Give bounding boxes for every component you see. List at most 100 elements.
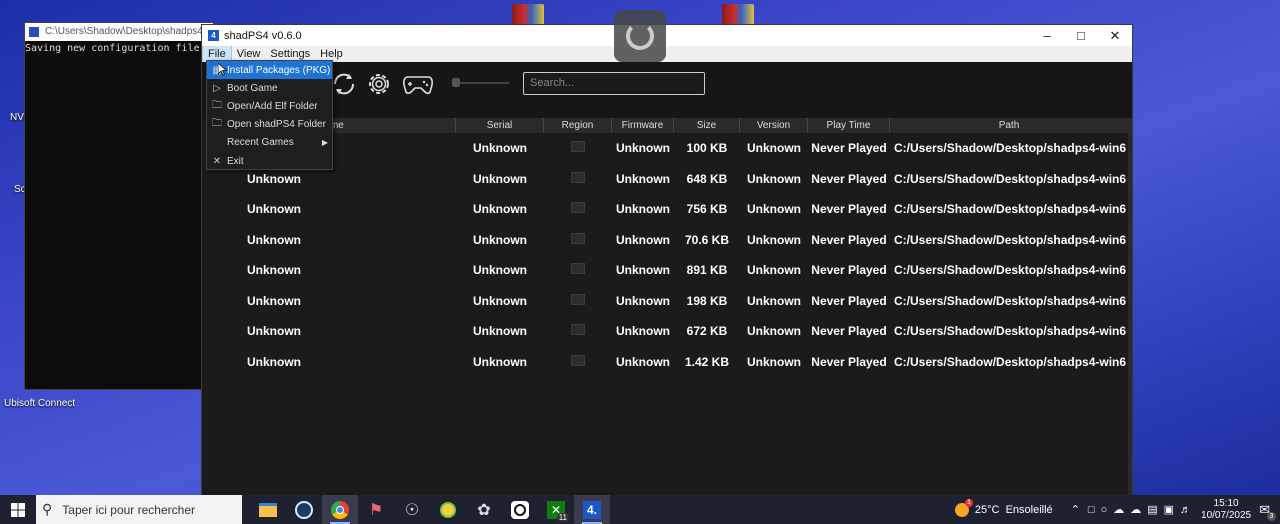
taskbar-search-placeholder: Taper ici pour rechercher	[62, 502, 195, 517]
ubisoft-connect-icon[interactable]	[502, 495, 538, 524]
cell-version: Unknown	[747, 232, 801, 247]
minimize-button[interactable]: –	[1030, 25, 1064, 46]
cell-serial: Unknown	[473, 171, 527, 186]
cell-region	[544, 202, 612, 216]
settings-gear-icon[interactable]	[365, 70, 393, 98]
region-flag-icon	[571, 171, 585, 183]
cell-serial: Unknown	[473, 232, 527, 247]
cell-path: C:/Users/Shadow/Desktop/shadps4-win6	[894, 232, 1127, 247]
table-row[interactable]: Unknown Unknown Unknown 672 KB Unknown Never …	[206, 316, 1128, 347]
table-row[interactable]: Unknown Unknown Unknown 1.42 KB Unknown Never…	[206, 347, 1128, 378]
close-button[interactable]: ✕	[1098, 25, 1132, 46]
title-bar[interactable]: 4 shadPS4 v0.6.0 – □ ✕	[202, 25, 1132, 46]
table-row[interactable]: Unknown Unknown 100 KB Unknown Never Played C…	[206, 133, 1128, 164]
cell-path: C:/Users/Shadow/Desktop/shadps4-win6	[894, 202, 1127, 217]
cell-version: Unknown	[747, 324, 801, 339]
column-header-region[interactable]: Region	[544, 118, 612, 133]
tray-cloud-icon[interactable]: ☁	[1130, 503, 1141, 516]
gamepad-app-icon[interactable]: ☉	[394, 495, 430, 524]
menu-item-open-shadps4-folder[interactable]: 🗀 Open shadPS4 Folder	[207, 116, 332, 134]
table-row[interactable]: Unknown Unknown Unknown 70.6 KB Unknown Never…	[206, 225, 1128, 256]
cell-path: C:/Users/Shadow/Desktop/shadps4-win6	[894, 171, 1127, 186]
shadps4-taskbar-icon[interactable]: 4.	[574, 495, 610, 524]
region-flag-icon	[571, 354, 585, 366]
window-title: shadPS4 v0.6.0	[224, 29, 302, 42]
show-hidden-icons-chevron-icon[interactable]: ⌃	[1071, 503, 1080, 516]
cell-region	[544, 263, 612, 277]
icon-size-slider-handle[interactable]	[452, 78, 460, 87]
network-icon[interactable]: ▣	[1164, 503, 1174, 516]
icon-size-slider-track[interactable]	[454, 82, 509, 84]
lime-app-icon[interactable]	[430, 495, 466, 524]
menu-item-open-elf-folder[interactable]: 🗀 Open/Add Elf Folder	[207, 97, 332, 115]
flower-glyph: ✿	[477, 501, 491, 519]
tray-display-icon[interactable]: ▤	[1147, 503, 1157, 516]
column-header-version[interactable]: Version	[740, 118, 808, 133]
vertical-scrollbar[interactable]	[1128, 118, 1132, 495]
tray-app-icon[interactable]: □	[1088, 504, 1095, 516]
table-row[interactable]: Unknown Unknown Unknown 756 KB Unknown Never …	[206, 194, 1128, 225]
gamepad-glyph: ☉	[404, 501, 420, 519]
table-row[interactable]: Unknown Unknown Unknown 891 KB Unknown Never …	[206, 255, 1128, 286]
menu-item-label: Open/Add Elf Folder	[227, 100, 318, 112]
cell-version: Unknown	[747, 263, 801, 278]
controller-icon[interactable]	[402, 71, 434, 97]
cell-version: Unknown	[747, 293, 801, 308]
shadps4-window[interactable]: 4 shadPS4 v0.6.0 – □ ✕ File View Setting…	[201, 24, 1133, 496]
steam-icon[interactable]	[286, 495, 322, 524]
taskbar: ⚲ Taper ici pour rechercher ⚑ ☉ ✿ ✕ 11 4…	[0, 495, 1280, 524]
cell-name: Unknown	[247, 202, 301, 217]
chrome-glyph	[331, 500, 349, 519]
menu-item-recent-games[interactable]: Recent Games ▶	[207, 134, 332, 152]
search-input[interactable]: Search...	[523, 72, 705, 95]
winrar-archive-icon[interactable]	[512, 4, 544, 26]
weather-icon[interactable]: 1	[954, 498, 973, 517]
clock[interactable]: 15:10 10/07/2025	[1201, 498, 1251, 522]
cell-play-time: Never Played	[811, 324, 887, 339]
cell-size: 70.6 KB	[684, 232, 730, 247]
start-button[interactable]	[0, 502, 36, 517]
chrome-icon[interactable]	[322, 495, 358, 524]
xbox-app-icon[interactable]: ✕ 11	[538, 495, 574, 524]
notification-center-icon[interactable]: ✉ 3	[1259, 502, 1276, 521]
cell-serial: Unknown	[473, 354, 527, 369]
shadps4-app-icon: 4	[208, 30, 219, 41]
region-flag-icon	[571, 232, 585, 244]
file-explorer-icon[interactable]	[250, 495, 286, 524]
winrar-archive-icon[interactable]	[722, 4, 754, 26]
cell-play-time: Never Played	[811, 202, 887, 217]
table-row[interactable]: Unknown Unknown Unknown 198 KB Unknown Never …	[206, 286, 1128, 317]
game-launcher-icon[interactable]: ⚑	[358, 495, 394, 524]
ubisoft-glyph	[511, 500, 529, 519]
cell-size: 198 KB	[686, 293, 728, 308]
menu-item-exit[interactable]: ✕ Exit	[207, 152, 332, 170]
cell-path: C:/Users/Shadow/Desktop/shadps4-win6	[894, 354, 1127, 369]
menu-bar: File View Settings Help	[202, 45, 1132, 63]
column-header-path[interactable]: Path	[890, 118, 1128, 133]
taskbar-search-box[interactable]: ⚲ Taper ici pour rechercher	[36, 495, 242, 524]
weather-text[interactable]: 25°C Ensoleillé	[975, 504, 1053, 516]
cell-path: C:/Users/Shadow/Desktop/shadps4-win6	[894, 141, 1127, 156]
tray-sync-icon[interactable]: ○	[1101, 504, 1108, 516]
console-window[interactable]: C:\Users\Shadow\Desktop\shadps4-win64 Sa…	[24, 22, 214, 390]
desktop-icon-ubisoft-connect[interactable]: Ubisoft Connect	[4, 398, 75, 409]
console-output: Saving new configuration file C:\	[25, 43, 213, 54]
volume-icon[interactable]: ♬	[1180, 504, 1191, 516]
column-header-play-time[interactable]: Play Time	[808, 118, 890, 133]
column-header-serial[interactable]: Serial	[456, 118, 544, 133]
file-explorer-glyph	[259, 502, 277, 517]
onedrive-cloud-icon[interactable]: ☁	[1113, 503, 1124, 516]
desktop-icon-nv[interactable]: NV	[10, 112, 24, 123]
console-title-bar[interactable]: C:\Users\Shadow\Desktop\shadps4-win64	[25, 23, 213, 41]
submenu-arrow-icon: ▶	[321, 138, 328, 148]
menu-item-label: Install Packages (PKG)	[227, 64, 331, 76]
menu-item-boot-game[interactable]: ▷ Boot Game	[207, 79, 332, 97]
refresh-icon[interactable]	[330, 70, 358, 98]
column-header-size[interactable]: Size	[674, 118, 740, 133]
column-header-firmware[interactable]: Firmware	[612, 118, 674, 133]
table-row[interactable]: Unknown Unknown Unknown 648 KB Unknown Never …	[206, 164, 1128, 195]
maximize-button[interactable]: □	[1064, 25, 1098, 46]
flower-app-icon[interactable]: ✿	[466, 495, 502, 524]
cell-size: 756 KB	[686, 202, 728, 217]
region-flag-icon	[571, 293, 585, 305]
